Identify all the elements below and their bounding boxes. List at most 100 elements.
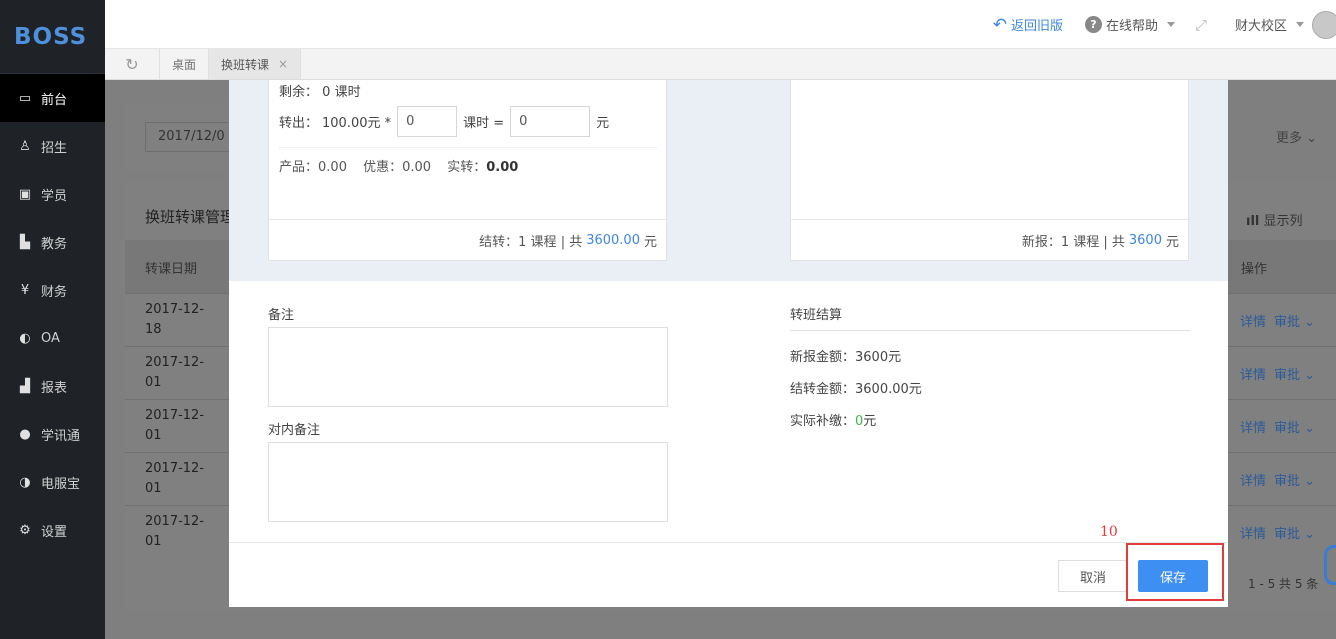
chevron-down-icon: ⌄ (1300, 474, 1316, 489)
fullscreen-icon[interactable]: ⤢ (1195, 16, 1207, 34)
show-columns-button[interactable]: ıll 显示列 (1246, 210, 1303, 229)
tab-desktop[interactable]: 桌面 (160, 49, 210, 79)
actual-pay-unit: 元 (863, 414, 877, 429)
footer-prefix: 新报：1 课程 | 共 (1021, 234, 1125, 250)
campus-selector[interactable]: 财大校区 (1235, 15, 1304, 34)
new-amount-value: 3600元 (855, 350, 902, 365)
internal-remark-textarea[interactable] (268, 442, 668, 522)
sidebar-item-5[interactable]: ◐ OA (0, 314, 105, 362)
hours-input[interactable]: 0 (397, 106, 458, 137)
user-add-icon: ♙ (19, 138, 31, 154)
sidebar-item-4[interactable]: ¥ 财务 (0, 266, 105, 314)
detail-link[interactable]: 详情 (1240, 315, 1266, 330)
row-date: 2017-12-18 (145, 302, 205, 337)
toggle-icon: ◐ (19, 330, 31, 346)
remain-label: 剩余： (279, 85, 319, 100)
sidebar-item-0[interactable]: ▭ 前台 (0, 74, 105, 122)
sidebar-item-1[interactable]: ♙ 招生 (0, 122, 105, 170)
approve-dropdown[interactable]: 审批 (1274, 527, 1300, 542)
more-filter-button[interactable]: 更多 ⌄ (1276, 127, 1318, 146)
help-label: 在线帮助 (1105, 19, 1158, 34)
sidebar-item-label: 教务 (41, 236, 68, 252)
tab-label: 换班转课 (221, 57, 270, 72)
approve-dropdown[interactable]: 审批 (1274, 315, 1300, 330)
row-date: 2017-12-01 (145, 514, 205, 549)
discount-label: 优惠： (363, 160, 403, 175)
chevron-down-icon (1166, 22, 1175, 27)
new-amount-line: 新报金额：3600元 (790, 346, 901, 365)
date-filter-input[interactable]: 2017/12/0 (145, 122, 235, 152)
chevron-down-icon (1296, 22, 1304, 27)
avatar[interactable] (1312, 10, 1336, 39)
footer-suffix: 元 (643, 234, 657, 250)
sidebar-item-7[interactable]: ● 学讯通 (0, 410, 105, 458)
row-date: 2017-12-01 (145, 461, 205, 496)
actual-pay-label: 实际补缴： (790, 414, 856, 429)
row-actions: 详情 审批 ⌄ (1240, 364, 1315, 383)
discount-value: 0.00 (402, 160, 432, 175)
hours-unit: 课时 = (463, 116, 505, 131)
show-columns-label: 显示列 (1263, 214, 1303, 229)
chevron-down-icon: ⌄ (1300, 368, 1316, 383)
new-enroll-footer: 新报：1 课程 | 共 3600 元 (791, 219, 1188, 260)
settlement-title: 转班结算 (790, 304, 1190, 331)
footer-prefix: 结转：1 课程 | 共 (479, 234, 583, 250)
sidebar-item-label: 财务 (41, 284, 68, 300)
bar-chart-icon: ▟ (20, 378, 30, 394)
column-header-ops: 操作 (1241, 262, 1268, 277)
annotation-highlight-box (1126, 543, 1224, 601)
calendar-icon: ▭ (18, 90, 32, 106)
cancel-button[interactable]: 取消 (1058, 560, 1128, 592)
actual-label: 实转： (447, 160, 487, 175)
new-amount-label: 新报金额： (790, 350, 856, 365)
detail-link[interactable]: 详情 (1240, 368, 1266, 383)
sidebar-item-6[interactable]: ▟ 报表 (0, 362, 105, 410)
sidebar-item-2[interactable]: ▣ 学员 (0, 170, 105, 218)
detail-link[interactable]: 详情 (1240, 421, 1266, 436)
remain-unit: 课时 (334, 85, 361, 100)
floating-service-widget[interactable] (1324, 545, 1336, 585)
more-label: 更多 (1276, 131, 1303, 146)
sidebar-item-label: 学讯通 (41, 428, 81, 444)
back-label: 返回旧版 (1010, 19, 1063, 34)
detail-link[interactable]: 详情 (1240, 527, 1266, 542)
actual-value: 0.00 (486, 160, 519, 175)
sidebar-item-8[interactable]: ◑ 电服宝 (0, 458, 105, 506)
close-icon[interactable]: × (278, 57, 288, 71)
sidebar-item-label: 前台 (41, 92, 68, 108)
remark-textarea[interactable] (268, 327, 668, 407)
yen-icon: ¥ (20, 282, 30, 298)
approve-dropdown[interactable]: 审批 (1274, 368, 1300, 383)
chevron-down-icon: ⌄ (1300, 421, 1316, 436)
actual-pay-line: 实际补缴：0元 (790, 410, 876, 429)
sidebar-item-label: 招生 (41, 140, 68, 156)
row-actions: 详情 审批 ⌄ (1240, 417, 1315, 436)
pager-info: 1 - 5 共 5 条 (1248, 577, 1319, 591)
book-icon: ▙ (20, 234, 30, 250)
transfer-modal: 剩余： 0 课时 转出： 100.00元 * 0 课时 = 0 元 产品：0.0… (229, 80, 1228, 607)
sidebar: BOSS ▭ 前台 ♙ 招生 ▣ 学员 ▙ 教务 ¥ 财务 ◐ OA ▟ 报表 ● 学讯通 ◑ 电服宝 ⚙ 设置 (0, 0, 105, 639)
out-label: 转出： (279, 116, 319, 131)
sidebar-item-9[interactable]: ⚙ 设置 (0, 506, 105, 554)
help-menu[interactable]: ? 在线帮助 (1084, 15, 1175, 34)
new-enroll-panel: 新报：1 课程 | 共 3600 元 (790, 80, 1189, 261)
row-actions: 详情 审批 ⌄ (1240, 523, 1315, 542)
row-actions: 详情 审批 ⌄ (1240, 470, 1315, 489)
approve-dropdown[interactable]: 审批 (1274, 474, 1300, 489)
amount-input[interactable]: 0 (510, 106, 591, 137)
tab-class-transfer[interactable]: 换班转课 × (209, 49, 302, 79)
refresh-icon[interactable]: ↻ (105, 49, 160, 79)
chevron-down-icon: ⌄ (1300, 527, 1316, 542)
logo: BOSS (0, 0, 105, 74)
gear-icon: ⚙ (19, 522, 31, 538)
modal-footer: 取消 保存 (229, 542, 1228, 607)
transfer-out-panel: 剩余： 0 课时 转出： 100.00元 * 0 课时 = 0 元 产品：0.0… (268, 80, 667, 261)
sidebar-item-3[interactable]: ▙ 教务 (0, 218, 105, 266)
undo-icon: ↶ (992, 14, 1007, 35)
carry-amount-label: 结转金额： (790, 382, 856, 397)
detail-link[interactable]: 详情 (1240, 474, 1266, 489)
help-icon: ? (1084, 16, 1102, 33)
back-to-old-version-link[interactable]: ↶ 返回旧版 (993, 15, 1063, 35)
approve-dropdown[interactable]: 审批 (1274, 421, 1300, 436)
sidebar-item-label: OA (41, 330, 60, 346)
